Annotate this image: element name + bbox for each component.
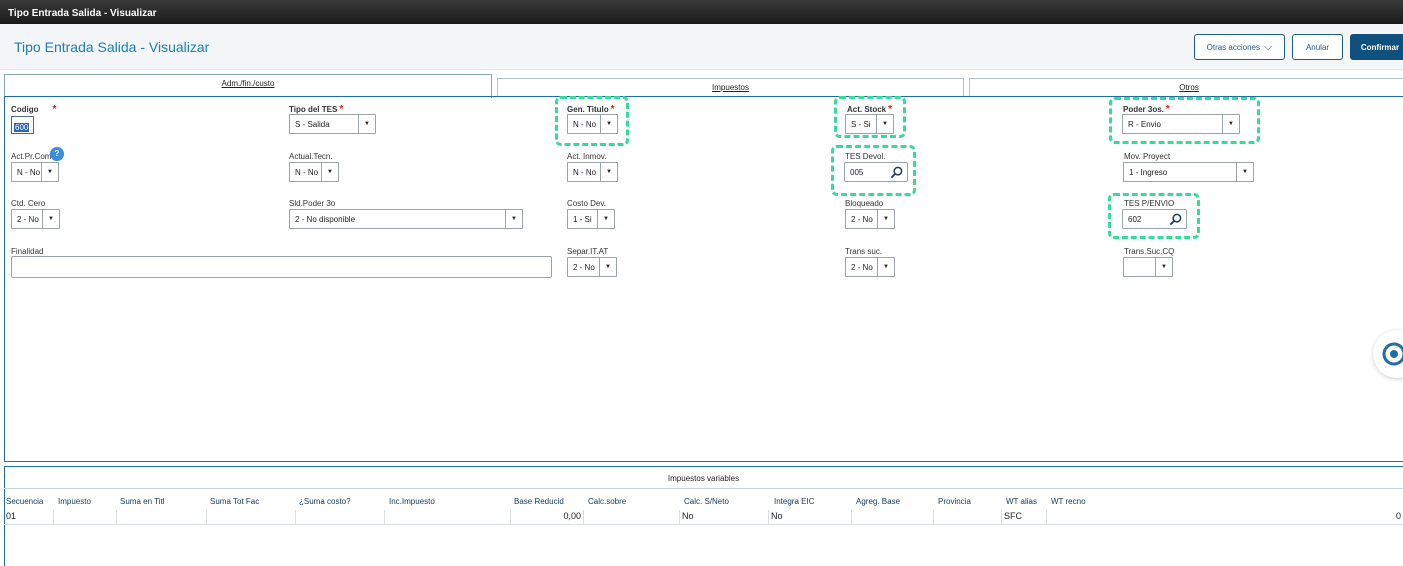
table-cell[interactable]: No	[769, 510, 852, 524]
dropdown-arrow-icon: ▼	[321, 163, 338, 181]
sld-poder-label: Sld.Poder 3o	[289, 199, 336, 208]
highlight-box	[834, 96, 906, 138]
dropdown-arrow-icon: ▼	[505, 210, 522, 228]
tab-impuestos[interactable]: Impuestos	[497, 78, 964, 96]
table-cell[interactable]	[584, 510, 680, 524]
tipo-tes-select[interactable]: S - Salida ▼	[289, 114, 376, 134]
dropdown-arrow-icon: ▼	[358, 115, 375, 133]
costo-dev-select[interactable]: 1 - Si ▼	[567, 209, 615, 229]
table-cell[interactable]	[385, 510, 511, 524]
table-cell[interactable]: 0,00	[511, 510, 584, 524]
column-header[interactable]: Secuencia	[6, 497, 43, 506]
column-header[interactable]: Agreg. Base	[856, 497, 900, 506]
act-inmov-label: Act. Inmov.	[567, 152, 607, 161]
table-cell[interactable]: No	[680, 510, 769, 524]
otras-acciones-label: Otras acciones	[1206, 42, 1260, 52]
mov-proyect-label: Mov. Proyect	[1124, 152, 1171, 161]
actual-tecn-label: Actual.Tecn.	[289, 152, 333, 161]
otras-acciones-button[interactable]: Otras acciones ⌵	[1194, 34, 1285, 60]
separ-itat-select[interactable]: 2 - No ▼	[567, 257, 617, 277]
column-header[interactable]: Calc.sobre	[588, 497, 626, 506]
window-titlebar: Tipo Entrada Salida - Visualizar	[0, 0, 1403, 24]
ctd-cero-select[interactable]: 2 - No ▼	[11, 209, 60, 229]
row-divider	[4, 524, 1403, 525]
help-icon[interactable]: ?	[50, 147, 64, 161]
dropdown-arrow-icon: ▼	[1236, 163, 1253, 181]
column-header[interactable]: WT recno	[1051, 497, 1086, 506]
confirmar-button[interactable]: Confirmar	[1350, 34, 1403, 60]
highlight-box	[831, 145, 916, 196]
dropdown-arrow-icon: ▼	[877, 210, 894, 228]
anular-button[interactable]: Anular	[1292, 34, 1343, 60]
table-cell[interactable]: 0	[1047, 510, 1403, 524]
table-cell[interactable]	[117, 510, 207, 524]
actual-tecn-select[interactable]: N - No ▼	[289, 162, 339, 182]
table-cell[interactable]: SFC	[1002, 510, 1047, 524]
table-cell[interactable]	[54, 510, 117, 524]
column-header[interactable]: Provincia	[938, 497, 971, 506]
dropdown-arrow-icon: ▼	[877, 258, 894, 276]
column-header[interactable]: Calc. S/Neto	[684, 497, 729, 506]
highlight-box	[1108, 193, 1200, 239]
chevron-down-icon: ⌵	[1264, 40, 1273, 53]
finalidad-input[interactable]	[11, 256, 552, 278]
column-header[interactable]: Suma Tot Fac	[210, 497, 259, 506]
trans-suc-cq-label: Trans.Suc.CQ	[1124, 247, 1175, 256]
column-header[interactable]: Inc.Impuesto	[389, 497, 435, 506]
dropdown-arrow-icon: ▼	[600, 163, 617, 181]
dropdown-arrow-icon: ▼	[41, 163, 58, 181]
tab-otros[interactable]: Otros	[969, 78, 1403, 96]
table-cell[interactable]	[852, 510, 934, 524]
table-cell[interactable]	[296, 510, 385, 524]
mov-proyect-select[interactable]: 1 - Ingreso ▼	[1123, 162, 1254, 182]
act-pr-com-label: Act.Pr.Com	[11, 152, 52, 161]
sld-poder-select[interactable]: 2 - No disponible ▼	[289, 209, 523, 229]
dropdown-arrow-icon: ▼	[42, 210, 59, 228]
highlight-box	[555, 96, 629, 146]
trans-suc-label: Trans suc.	[845, 247, 883, 256]
costo-dev-label: Costo Dev.	[567, 199, 606, 208]
table-cell[interactable]: 01	[4, 510, 54, 524]
act-inmov-select[interactable]: N - No ▼	[567, 162, 618, 182]
dropdown-arrow-icon: ▼	[599, 258, 616, 276]
dropdown-arrow-icon: ▼	[1155, 258, 1172, 276]
chat-icon	[1382, 342, 1403, 366]
finalidad-label: Finalidad	[11, 247, 44, 256]
column-header[interactable]: Impuesto	[58, 497, 91, 506]
bloqueado-label: Bloqueado	[845, 199, 884, 208]
highlight-box	[1109, 97, 1260, 144]
separ-itat-label: Separ.IT.AT	[567, 247, 609, 256]
table-cell[interactable]	[934, 510, 1002, 524]
grid-title: Impuestos variables	[4, 467, 1403, 489]
column-header[interactable]: Base Reducid	[514, 497, 564, 506]
trans-suc-cq-select[interactable]: ▼	[1123, 257, 1173, 277]
tab-adm-fin-custo[interactable]: Adm./fin./custo	[4, 74, 492, 98]
column-header[interactable]: WT alias	[1006, 497, 1037, 506]
column-header[interactable]: ¿Suma costo?	[299, 497, 351, 506]
dropdown-arrow-icon: ▼	[597, 210, 614, 228]
column-header[interactable]: Integra EIC	[774, 497, 814, 506]
form-panel	[4, 96, 1403, 462]
act-pr-com-select[interactable]: N - No ▼	[11, 162, 59, 182]
page-header: Tipo Entrada Salida - Visualizar Otras a…	[0, 24, 1403, 70]
trans-suc-select[interactable]: 2 - No ▼	[845, 257, 895, 277]
bloqueado-select[interactable]: 2 - No ▼	[845, 209, 895, 229]
codigo-field[interactable]: 600	[11, 116, 34, 134]
ctd-cero-label: Ctd. Cero	[11, 199, 46, 208]
codigo-label: Codigo *	[11, 104, 57, 115]
page-title: Tipo Entrada Salida - Visualizar	[14, 39, 210, 55]
column-header[interactable]: Suma en Titl	[120, 497, 164, 506]
table-cell[interactable]	[207, 510, 296, 524]
